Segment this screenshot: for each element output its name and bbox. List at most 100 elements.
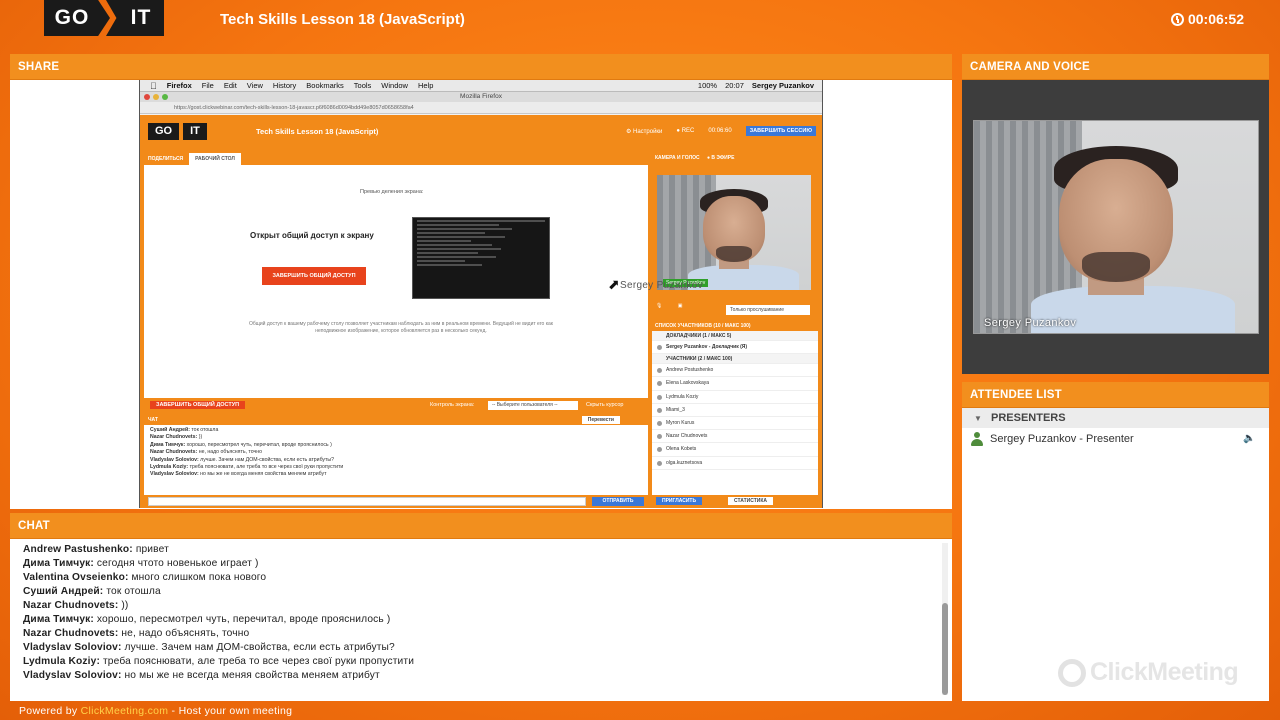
inner-chat-label: ЧАТ [148,417,158,423]
window-controls [144,94,168,100]
inner-logo-go: GO [148,123,180,140]
session-timer: 00:06:52 [1170,11,1244,27]
inner-translate-button: Перевести [581,416,620,424]
inner-stats-button: СТАТИСТИКА [728,497,774,505]
firefox-titlebar: Mozilla Firefox [140,92,822,102]
chat-text: треба пояснювати, але треба то все через… [100,656,415,667]
chat-scrollbar-thumb[interactable] [942,603,948,695]
logo-go: GO [44,0,110,36]
attendee-list-panel: ATTENDEE LIST ▼ PRESENTERS Sergey Puzank… [962,382,1269,701]
mac-menu-bookmarks: Bookmarks [299,81,344,90]
inner-desktop-tab: РАБОЧИЙ СТОЛ [189,153,241,165]
inner-chat-head: ЧАТ Перевести [144,415,648,425]
inner-participant-row: Olena Kobets [652,443,818,457]
mac-menu-history: History [266,81,296,90]
speaker-icon[interactable]: 🔈 [1243,434,1257,444]
inner-participant-row: Nazar Chudnovets [652,430,818,444]
apple-icon:  [150,81,157,91]
inner-participant-row: Miami_3 [652,404,818,417]
chat-text: привет [132,544,169,555]
inner-share-tab: ПОДЕЛИТЬСЯ [148,156,184,162]
footer-suffix: - Host your own meeting [168,705,293,717]
inner-invite-button: ПРИГЛАСИТЬ [656,497,703,505]
inner-chat-input [148,497,586,506]
chat-text: )) [118,600,129,611]
camera-panel: CAMERA AND VOICE Sergey Puzankov [962,54,1269,374]
chat-author: Andrew Pastushenko: [23,544,133,555]
chat-message: Дима Тимчук: хорошо, пересмотрел чуть, п… [23,613,952,627]
inner-participants-footer: ПРИГЛАСИТЬ СТАТИСТИКА [652,495,818,507]
chat-message: Vladyslav Soloviov: лучше. Зачем нам ДОМ… [23,641,952,655]
user-icon [970,432,984,446]
chat-message: Valentina Ovseienko: много слишком пока … [23,571,952,585]
chat-panel-title: CHAT [10,513,952,539]
presenter-video[interactable]: Sergey Puzankov [973,120,1259,334]
inner-logo: GO IT [148,123,207,140]
chat-author: Nazar Chudnovets: [23,628,119,639]
chat-author: Дима Тимчук: [23,614,94,625]
firefox-url-bar: https://gost.clickwebinar.com/tech-skill… [140,102,822,114]
chat-text: не, надо объяснять, точно [118,628,250,639]
inner-chat-line: Дима Тимчук: хорошо, пересмотрел чуть, п… [150,441,332,448]
top-header: GO IT Tech Skills Lesson 18 (JavaScript)… [0,0,1280,44]
chat-author: Lydmula Koziy: [23,656,101,667]
caret-down-icon: ▼ [974,414,982,423]
inner-timer: 00:06:60 [708,128,732,134]
chat-message: Nazar Chudnovets: )) [23,599,952,613]
chat-text: но мы же не всегда меняя свойства меняем… [121,670,380,681]
inner-cam-controls: 🎙 ▣ Только прослушивание [656,303,814,317]
chat-text: лучше. Зачем нам ДОМ-свойства, если есть… [121,642,395,653]
chat-messages[interactable]: Andrew Pastushenko: привет Дима Тимчук: … [10,539,952,701]
inner-stop-share: ЗАВЕРШИТЬ ОБЩИЙ ДОСТУП [262,267,366,285]
powered-by-footer: Powered by ClickMeeting.com - Host your … [19,705,292,717]
inner-cam-status-label: В ЭФИРЕ [711,155,735,161]
inner-participant-row: olga.kuznetsova [652,457,818,470]
inner-share-bar: ЗАВЕРШИТЬ ОБЩИЙ ДОСТУП Контроль экрана: … [144,399,648,413]
inner-screen-thumbnail [412,217,550,299]
inner-end-session: ЗАВЕРШИТЬ СЕССИЮ [745,126,816,136]
cursor-name-label: Sergey Puzankov [620,280,703,291]
inner-hide-cursor: Скрыть курсор [586,402,624,408]
inner-header-controls: ⚙ Настройки ● REC 00:06:60 ЗАВЕРШИТЬ СЕС… [626,126,816,136]
inner-participants-group: УЧАСТНИКИ (2 / МАКС 100) [652,354,818,365]
inner-video-icon: ▣ [677,303,683,309]
inner-participant-row: Elena Laskovskaya [652,377,818,391]
chat-author: Valentina Ovseienko: [23,572,129,583]
chat-scrollbar[interactable] [942,543,948,695]
clock-icon [1170,12,1184,26]
inner-participants-panel: СПИСОК УЧАСТНИКОВ (10 / МАКС 100) ДОКЛАД… [652,321,818,495]
inner-logo-it: IT [183,123,207,140]
clickmeeting-watermark: ClickMeeting [1058,658,1239,687]
shared-desktop:  Firefox File Edit View History Bookmar… [139,80,823,508]
inner-preview-label: Превью деления экрана: [360,189,424,195]
mac-menu-tools: Tools [347,81,372,90]
presenters-group[interactable]: ▼ PRESENTERS [962,408,1269,428]
inner-cam-head: КАМЕРА И ГОЛОС ● В ЭФИРЕ [652,153,818,163]
inner-share-head: ПОДЕЛИТЬСЯ РАБОЧИЙ СТОЛ [144,153,648,165]
mac-menu-view: View [240,81,263,90]
mac-status-area: 100% 20:07 Sergey Puzankov [698,81,822,90]
inner-listen-only: Только прослушивание [726,305,810,315]
clickmeeting-link[interactable]: ClickMeeting.com [81,705,169,717]
inner-presenters-group: ДОКЛАДЧИКИ (1 / МАКС 5) [652,331,818,341]
mac-battery: 100% [697,81,718,90]
share-panel-title: SHARE [10,54,952,80]
attendee-row[interactable]: Sergey Puzankov - Presenter 🔈 [962,428,1269,450]
meeting-title: Tech Skills Lesson 18 (JavaScript) [220,11,465,28]
inner-chat-line: Vladyslav Soloviov: но мы же не всегда м… [150,471,327,478]
camera-panel-title: CAMERA AND VOICE [962,54,1269,80]
chat-message: Vladyslav Soloviov: но мы же не всегда м… [23,669,952,683]
inner-chat-line: Суший Андрей: ток отошла [150,427,219,433]
chat-author: Vladyslav Soloviov: [23,670,122,681]
inner-chat-line: Nazar Chudnovets: )) [150,434,203,441]
inner-rec: ● REC [676,128,695,134]
timer-value: 00:06:52 [1187,11,1244,27]
shared-screen[interactable]:  Firefox File Edit View History Bookmar… [10,80,952,509]
firefox-title: Mozilla Firefox [460,93,502,100]
chat-author: Nazar Chudnovets: [23,600,119,611]
inner-camera-panel: КАМЕРА И ГОЛОС ● В ЭФИРЕ Sergey Puzankov [652,153,818,290]
chat-author: Суший Андрей: [23,586,104,597]
mac-clock: 20:07 [725,81,744,90]
inner-chat-lines: Суший Андрей: ток отошла Nazar Chudnovet… [144,425,648,481]
chat-author: Дима Тимчук: [23,558,94,569]
